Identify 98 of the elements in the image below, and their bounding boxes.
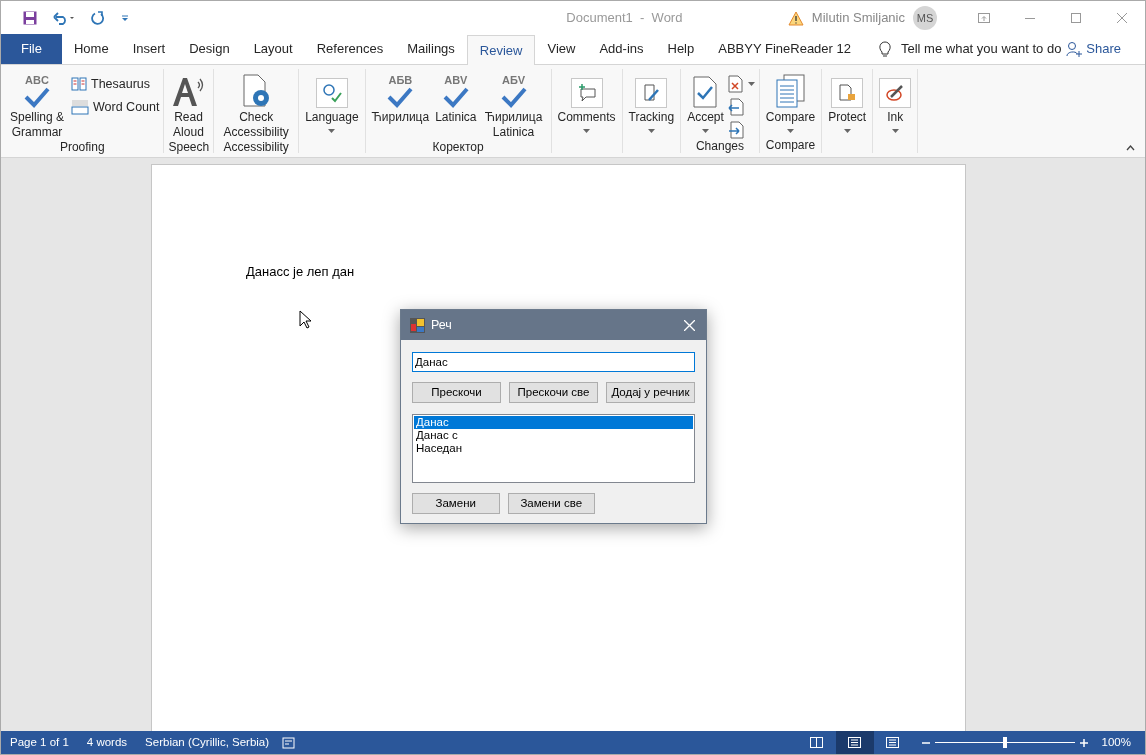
ribbon-display-icon [978, 13, 990, 23]
icon-letters: ABC [25, 75, 49, 86]
document-wheel-icon [241, 74, 272, 108]
ribbon-tab[interactable]: View [535, 34, 588, 64]
ribbon-tab[interactable]: Insert [120, 34, 178, 64]
ribbon-tab[interactable]: Design [177, 34, 242, 64]
group-label: Коректор [431, 140, 485, 155]
book-icon [71, 77, 87, 91]
pen-scribble-icon [879, 78, 912, 108]
page-lines-icon [848, 737, 862, 748]
documents-icon [775, 74, 806, 108]
checkmark-icon [500, 86, 527, 108]
dialog-button[interactable]: Прескочи све [509, 382, 598, 403]
zoom-in-icon[interactable] [1079, 738, 1088, 747]
ribbon-button[interactable]: Accept [685, 69, 726, 133]
checkmark-icon [387, 86, 414, 108]
zoom-slider[interactable] [934, 737, 1075, 748]
mouse-pointer-icon [299, 310, 311, 329]
dialog-button[interactable]: Замени [412, 493, 500, 514]
ribbon-button[interactable]: Compare [763, 69, 818, 133]
ribbon-button[interactable]: Read Aloud [168, 69, 209, 140]
ribbon-icon-button[interactable] [727, 75, 755, 93]
lightbulb-icon [879, 40, 891, 58]
document-text: Данасс је леп дан [246, 264, 355, 279]
user-name: Milutin Smiljanic [811, 9, 905, 28]
globe-check-icon [315, 78, 348, 108]
ribbon-tab[interactable]: Layout [241, 34, 305, 64]
dialog-button[interactable]: Замени све [507, 493, 595, 514]
checkmark-icon [442, 86, 469, 108]
ribbon-button[interactable]: Language [303, 69, 361, 133]
group-label: Accessibility [222, 140, 290, 155]
status-item[interactable]: 4 words [77, 733, 137, 752]
book-icon [810, 737, 824, 748]
dialog-title: Реч [431, 316, 453, 334]
group-label: Speech [168, 140, 210, 155]
customize-toolbar-icon[interactable] [121, 14, 129, 22]
maximize-icon [1071, 13, 1081, 23]
share-button[interactable]: Share [1066, 34, 1145, 64]
group-label: Compare [764, 138, 817, 153]
minimize-icon [1025, 17, 1035, 19]
ribbon-button[interactable]: ABV Latinica [433, 69, 479, 125]
proofing-icon[interactable] [282, 736, 296, 749]
ribbon-tab[interactable]: ABBYY FineReader 12 [706, 34, 863, 64]
ribbon-tab[interactable]: Home [61, 34, 121, 64]
ribbon-button[interactable]: ABC Spelling & Grammar [5, 69, 69, 140]
letter-a-speaker-icon [171, 76, 206, 108]
icon-letters: АБV [501, 75, 526, 86]
dialog-button[interactable]: Прескочи [412, 382, 501, 403]
icon-letters: ABV [444, 75, 468, 86]
redo-icon[interactable] [91, 11, 105, 25]
user-avatar[interactable]: MS [913, 6, 937, 30]
ribbon-button[interactable]: Ink [877, 69, 914, 133]
file-tab[interactable]: File [1, 34, 62, 64]
checkmark-icon [24, 86, 50, 108]
word-input-field[interactable]: Данас [412, 352, 695, 372]
ribbon-button[interactable]: Tracking [626, 69, 677, 133]
view-button[interactable] [835, 731, 874, 754]
ribbon-button[interactable]: Comments [555, 69, 618, 133]
app-icon [410, 317, 425, 333]
close-icon [1117, 13, 1127, 23]
person-plus-icon [1066, 41, 1083, 57]
zoom-slider-thumb[interactable] [1002, 737, 1007, 748]
ribbon-button[interactable]: Check Accessibility [218, 69, 295, 140]
ribbon-small-button[interactable]: Word Count [71, 98, 160, 116]
ribbon-button[interactable]: АБВ Ћирилица [369, 69, 432, 125]
comment-plus-icon [570, 78, 603, 108]
icon-letters: АБВ [388, 75, 413, 86]
save-icon[interactable] [23, 11, 37, 25]
tell-me-search[interactable]: Tell me what you want to do [901, 39, 1062, 59]
document-left-arrow-icon [727, 98, 744, 116]
ribbon-button[interactable]: Protect [826, 69, 869, 133]
document-right-arrow-icon [727, 121, 744, 139]
suggestion-item[interactable]: Данас [414, 416, 693, 429]
ribbon-tab[interactable]: Mailings [395, 34, 467, 64]
document-x-icon [727, 75, 744, 93]
ribbon-small-button[interactable]: Thesaurus [71, 75, 160, 93]
undo-icon[interactable] [53, 11, 75, 25]
dialog-button[interactable]: Додај у речник [606, 382, 695, 403]
ribbon-tab[interactable]: Review [466, 35, 536, 65]
close-button[interactable] [681, 317, 697, 333]
document-lock-icon [831, 78, 864, 108]
zoom-level[interactable]: 100% [1087, 733, 1145, 752]
group-label: Changes [694, 139, 745, 154]
ribbon-tab[interactable]: Add-ins [587, 34, 656, 64]
collapse-ribbon-icon[interactable] [1126, 145, 1135, 151]
ribbon-tab[interactable]: Help [655, 34, 707, 64]
document-check-icon [692, 76, 719, 108]
warning-icon [787, 10, 804, 26]
status-item[interactable]: Serbian (Cyrillic, Serbia) [136, 733, 279, 752]
page-lines-icon [886, 737, 900, 748]
window-title: Document1 - Word [566, 9, 683, 28]
suggestion-item[interactable]: Наседан [414, 442, 693, 455]
ribbon-tab[interactable]: References [304, 34, 396, 64]
suggestion-item[interactable]: Данас с [414, 429, 693, 442]
status-item[interactable]: Page 1 of 1 [1, 733, 78, 752]
group-label: Proofing [58, 140, 106, 155]
ribbon-button[interactable]: АБV Ћирилица Latinica [480, 69, 547, 140]
document-pen-icon [635, 78, 668, 108]
